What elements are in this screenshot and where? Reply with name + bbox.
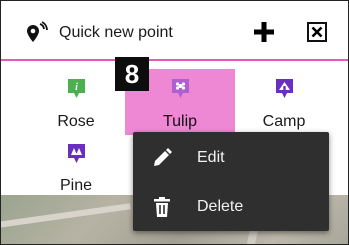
close-button[interactable]	[307, 22, 327, 42]
map-road	[1, 203, 131, 229]
camp-badge-icon	[276, 79, 293, 98]
point-type-camp[interactable]: Camp	[229, 69, 339, 135]
flower-badge-icon	[172, 79, 189, 98]
trash-icon	[154, 197, 170, 217]
quick-new-point-button[interactable]: Quick new point	[23, 21, 173, 45]
svg-text:i: i	[75, 82, 78, 93]
pine-badge-icon	[68, 144, 85, 163]
point-type-label: Rose	[57, 113, 95, 130]
point-type-label: Camp	[262, 113, 306, 130]
point-type-pine[interactable]: Pine	[21, 135, 131, 201]
point-type-label: Tulip	[162, 113, 198, 130]
plus-icon	[254, 22, 274, 42]
quick-point-panel: Quick new point i Rose Tulip Camp Pine 8…	[0, 0, 349, 245]
context-menu: Edit Delete	[133, 132, 329, 231]
pencil-icon	[154, 148, 172, 166]
edit-label: Edit	[197, 149, 225, 166]
point-type-label: Pine	[59, 177, 93, 194]
pin-signal-icon	[27, 21, 48, 42]
edit-menu-item[interactable]: Edit	[133, 134, 329, 182]
delete-label: Delete	[197, 198, 244, 215]
step-number-callout: 8	[115, 57, 149, 91]
quick-new-point-label: Quick new point	[59, 24, 173, 41]
close-icon	[311, 26, 323, 38]
info-badge-icon: i	[68, 79, 85, 98]
add-button[interactable]	[251, 19, 277, 45]
delete-menu-item[interactable]: Delete	[133, 183, 329, 231]
top-bar: Quick new point	[1, 1, 348, 61]
